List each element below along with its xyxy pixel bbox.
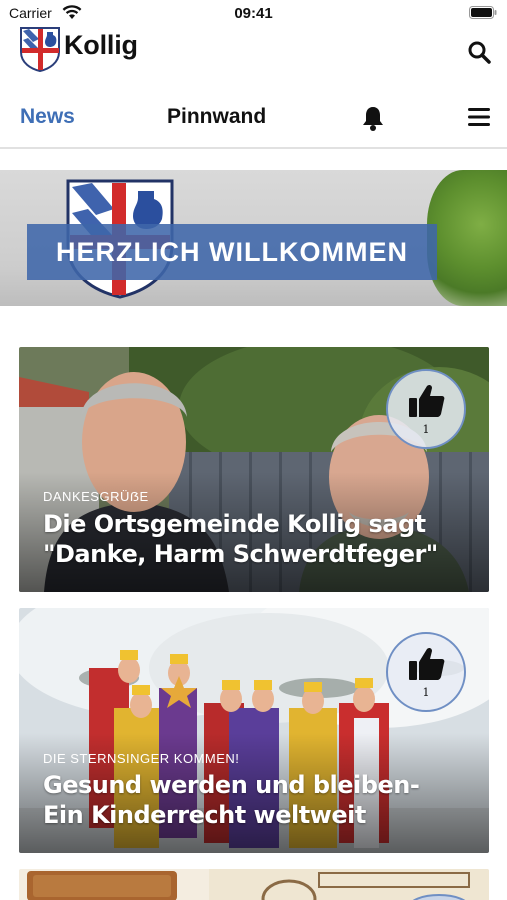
news-card[interactable]: 1 DANKESGRÜẞE Die Ortsgemeinde Kollig sa… [19,347,489,592]
tab-pinnwand[interactable]: Pinnwand [167,105,266,129]
tab-divider [0,147,507,149]
app-header: Kollig [0,26,507,78]
battery-icon [469,6,497,19]
search-icon[interactable] [467,40,491,64]
news-photo [19,869,489,900]
thumbs-up-icon [409,384,445,417]
banner-tree-image [427,170,507,306]
status-bar: Carrier 09:41 [0,0,507,26]
like-count: 1 [422,423,430,436]
clock: 09:41 [234,5,273,22]
banner-caption-box: HERZLICH WILLKOMMEN [27,224,437,280]
tab-news[interactable]: News [20,105,75,129]
news-category: DIE STERNSINGER KOMMEN! [43,751,240,766]
kollig-logo[interactable] [19,26,61,72]
like-button[interactable]: 1 [386,369,466,449]
thumbs-up-icon [409,647,445,680]
news-title[interactable]: Gesund werden und bleiben- Ein Kinderrec… [43,770,453,830]
welcome-banner[interactable]: HERZLICH WILLKOMMEN [0,170,507,306]
banner-title: HERZLICH WILLKOMMEN [56,237,408,267]
tab-bar: News Pinnwand [0,96,507,142]
hamburger-menu-icon[interactable] [468,108,490,126]
like-count: 1 [422,686,430,699]
bell-icon[interactable] [361,105,385,131]
news-category: DANKESGRÜẞE [43,489,149,504]
app-title: Kollig [64,30,138,60]
news-title[interactable]: Die Ortsgemeinde Kollig sagt "Danke, Har… [43,509,453,569]
news-card[interactable] [19,869,489,900]
like-button[interactable]: 1 [386,632,466,712]
news-card[interactable]: 1 DIE STERNSINGER KOMMEN! Gesund werden … [19,608,489,853]
